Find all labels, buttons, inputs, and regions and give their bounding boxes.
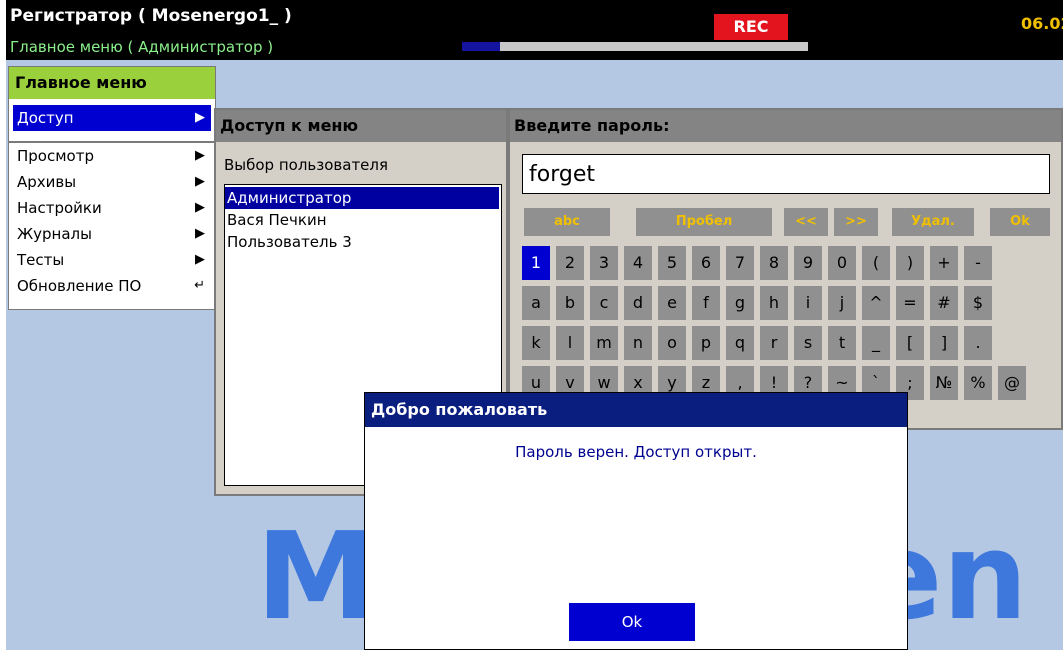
menu-item-view[interactable]: Просмотр ▶ <box>13 143 211 169</box>
keyboard-key[interactable]: 8 <box>760 246 788 280</box>
keyboard-key[interactable]: k <box>522 326 550 360</box>
progress-bar <box>462 42 808 51</box>
keyboard-key[interactable]: h <box>760 286 788 320</box>
arrow-right-icon: ▶ <box>195 110 205 125</box>
user-item[interactable]: Пользователь 3 <box>225 231 499 253</box>
keyboard-key[interactable]: ^ <box>862 286 890 320</box>
clock: 06.02 <box>1021 14 1063 33</box>
cursor-left-button[interactable]: << <box>784 208 828 236</box>
arrow-right-icon: ▶ <box>195 226 205 241</box>
ok-button[interactable]: Ok <box>569 603 695 641</box>
keyboard-key[interactable]: 1 <box>522 246 550 280</box>
menu-item-firmware-update[interactable]: Обновление ПО ↵ <box>13 273 211 299</box>
keyboard-key[interactable]: 4 <box>624 246 652 280</box>
recorder-screen: M en Регистратор ( Mosenergo1_ ) Главное… <box>6 0 1063 650</box>
keyboard-key[interactable]: 7 <box>726 246 754 280</box>
keyboard-key[interactable]: = <box>896 286 924 320</box>
keyboard-key[interactable]: p <box>692 326 720 360</box>
keyboard-key[interactable]: ( <box>862 246 890 280</box>
keyboard-key[interactable]: l <box>556 326 584 360</box>
rec-indicator: REC <box>714 14 788 40</box>
keyboard-key[interactable]: 2 <box>556 246 584 280</box>
keyboard-key[interactable]: t <box>828 326 856 360</box>
keyboard-key[interactable]: b <box>556 286 584 320</box>
enter-icon: ↵ <box>194 278 205 293</box>
keyboard-key[interactable]: 6 <box>692 246 720 280</box>
menu-item-label: Журналы <box>17 225 92 243</box>
user-select-label: Выбор пользователя <box>224 156 389 174</box>
menu-item-label: Доступ <box>17 109 74 127</box>
arrow-right-icon: ▶ <box>195 148 205 163</box>
password-input[interactable]: forget <box>522 154 1050 194</box>
keyboard-key[interactable]: r <box>760 326 788 360</box>
keyboard-key[interactable]: c <box>590 286 618 320</box>
keyboard-key[interactable]: e <box>658 286 686 320</box>
menu-item-label: Архивы <box>17 173 77 191</box>
keyboard-key[interactable]: 9 <box>794 246 822 280</box>
menu-item-settings[interactable]: Настройки ▶ <box>13 195 211 221</box>
keyboard-key[interactable]: 0 <box>828 246 856 280</box>
arrow-right-icon: ▶ <box>195 200 205 215</box>
keyboard-key[interactable]: @ <box>998 366 1026 400</box>
dialog-title: Добро пожаловать <box>365 393 907 427</box>
password-panel-title: Введите пароль: <box>510 110 1061 142</box>
keyboard-key[interactable]: a <box>522 286 550 320</box>
progress-fill <box>462 42 501 51</box>
device-title: Регистратор ( Mosenergo1_ ) <box>10 6 292 26</box>
menu-item-access[interactable]: Доступ ▶ <box>13 105 211 131</box>
keyboard-key[interactable]: g <box>726 286 754 320</box>
keyboard-key[interactable]: f <box>692 286 720 320</box>
menu-item-label: Обновление ПО <box>17 277 142 295</box>
keyboard-key[interactable]: - <box>964 246 992 280</box>
keyboard-key[interactable]: _ <box>862 326 890 360</box>
main-menu-title: Главное меню <box>9 67 215 99</box>
password-panel: Введите пароль: forget abc Пробел << >> … <box>508 108 1063 430</box>
status-bar: Регистратор ( Mosenergo1_ ) Главное меню… <box>6 0 1063 60</box>
menu-item-label: Настройки <box>17 199 102 217</box>
dialog-message: Пароль верен. Доступ открыт. <box>515 443 757 461</box>
delete-button[interactable]: Удал. <box>892 208 974 236</box>
menu-item-archives[interactable]: Архивы ▶ <box>13 169 211 195</box>
menu-item-label: Просмотр <box>17 147 94 165</box>
user-item[interactable]: Вася Печкин <box>225 209 499 231</box>
keyboard-key[interactable]: n <box>624 326 652 360</box>
keyboard-key[interactable]: [ <box>896 326 924 360</box>
keyboard-key[interactable]: # <box>930 286 958 320</box>
keyboard-key[interactable]: q <box>726 326 754 360</box>
keyboard-key[interactable]: + <box>930 246 958 280</box>
menu-breadcrumb: Главное меню ( Администратор ) <box>10 38 274 56</box>
keyboard-key[interactable]: ] <box>930 326 958 360</box>
background-logo-left: M <box>256 508 376 647</box>
keyboard-key[interactable]: 5 <box>658 246 686 280</box>
keyboard-key[interactable]: № <box>930 366 958 400</box>
keyboard-key[interactable]: i <box>794 286 822 320</box>
keyboard-key[interactable]: . <box>964 326 992 360</box>
keyboard-key[interactable]: o <box>658 326 686 360</box>
arrow-right-icon: ▶ <box>195 252 205 267</box>
arrow-right-icon: ▶ <box>195 174 205 189</box>
menu-item-label: Тесты <box>17 251 65 269</box>
keyboard-key[interactable]: ) <box>896 246 924 280</box>
keyboard-ok-button[interactable]: Ok <box>990 208 1050 236</box>
menu-item-logs[interactable]: Журналы ▶ <box>13 221 211 247</box>
keyboard-key[interactable]: 3 <box>590 246 618 280</box>
welcome-dialog: Добро пожаловать Пароль верен. Доступ от… <box>364 392 908 650</box>
keyboard-key[interactable]: $ <box>964 286 992 320</box>
cursor-right-button[interactable]: >> <box>834 208 878 236</box>
keyboard-key[interactable]: m <box>590 326 618 360</box>
space-button[interactable]: Пробел <box>636 208 772 236</box>
menu-item-tests[interactable]: Тесты ▶ <box>13 247 211 273</box>
user-item[interactable]: Администратор <box>225 187 499 209</box>
abc-button[interactable]: abc <box>524 208 610 236</box>
keyboard-key[interactable]: j <box>828 286 856 320</box>
keyboard-key[interactable]: % <box>964 366 992 400</box>
keyboard-key[interactable]: d <box>624 286 652 320</box>
access-panel-title: Доступ к меню <box>216 110 506 142</box>
main-menu: Главное меню Доступ ▶ Просмотр ▶ Архивы … <box>8 66 216 310</box>
keyboard-key[interactable]: s <box>794 326 822 360</box>
